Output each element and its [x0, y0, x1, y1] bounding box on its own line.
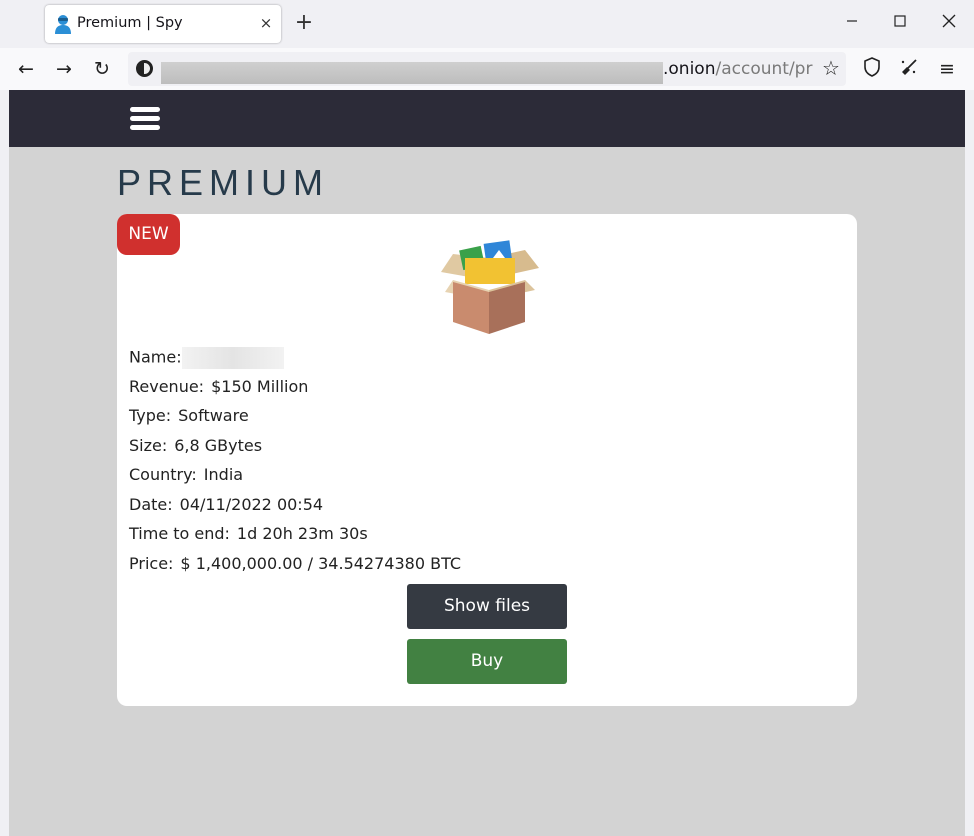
page-title: PREMIUM — [117, 162, 329, 203]
spy-favicon-icon — [55, 15, 71, 34]
browser-titlebar: Premium | Spy × + — [0, 0, 974, 48]
extensions-broom-icon[interactable] — [897, 57, 921, 81]
maximize-icon[interactable] — [888, 12, 912, 36]
minimize-icon[interactable] — [840, 12, 864, 36]
new-tab-icon[interactable]: + — [292, 12, 316, 36]
field-revenue: Revenue: $150 Million — [129, 377, 461, 407]
shield-icon[interactable] — [860, 57, 884, 81]
field-value: 1d 20h 23m 30s — [236, 524, 368, 543]
field-label: Name: — [129, 347, 182, 367]
new-badge: NEW — [117, 214, 180, 255]
listing-card: NEW Name: Revenue: $150 Million Type: So… — [117, 214, 857, 706]
onion-site-icon[interactable] — [136, 60, 153, 77]
browser-tab[interactable]: Premium | Spy × — [45, 5, 281, 43]
package-box-icon — [441, 240, 539, 334]
page-content: PREMIUM NEW Name: Revenue: $150 Million — [9, 90, 965, 836]
field-label: Size: — [129, 435, 168, 455]
field-price: Price: $ 1,400,000.00 / 34.54274380 BTC — [129, 554, 461, 584]
url-bar[interactable]: .onion/account/pre ☆ — [128, 52, 846, 86]
field-size: Size: 6,8 GBytes — [129, 436, 461, 466]
site-header — [9, 90, 965, 147]
url-text[interactable]: .onion/account/pre — [663, 59, 813, 79]
field-label: Country: — [129, 465, 197, 484]
field-value: $ 1,400,000.00 / 34.54274380 BTC — [180, 553, 462, 573]
bookmark-star-icon[interactable]: ☆ — [820, 57, 842, 79]
url-visible-text: .onion — [663, 59, 716, 79]
field-label: Type: — [129, 406, 172, 425]
field-value: 04/11/2022 00:54 — [179, 494, 324, 514]
name-redacted — [181, 347, 284, 369]
field-date: Date: 04/11/2022 00:54 — [129, 495, 461, 525]
browser-navbar: ← → ↻ .onion/account/pre ☆ ≡ — [0, 48, 974, 90]
field-value: $150 Million — [211, 376, 309, 396]
url-redacted-portion — [161, 62, 663, 84]
field-name: Name: — [129, 347, 461, 377]
field-label: Revenue: — [129, 376, 205, 396]
field-time-to-end: Time to end: 1d 20h 23m 30s — [129, 524, 461, 554]
field-type: Type: Software — [129, 406, 461, 436]
show-files-button[interactable]: Show files — [407, 584, 567, 629]
menu-icon[interactable]: ≡ — [935, 57, 959, 81]
field-label: Price: — [129, 553, 174, 573]
listing-details: Name: Revenue: $150 Million Type: Software… — [129, 347, 461, 583]
field-label: Time to end: — [129, 524, 230, 543]
field-value: Software — [178, 406, 249, 425]
buy-button[interactable]: Buy — [407, 639, 567, 684]
field-country: Country: India — [129, 465, 461, 495]
close-tab-icon[interactable]: × — [257, 14, 275, 32]
field-label: Date: — [129, 494, 173, 514]
forward-arrow-icon[interactable]: → — [52, 57, 76, 81]
back-arrow-icon[interactable]: ← — [14, 57, 38, 81]
tab-title: Premium | Spy — [77, 15, 183, 31]
reload-icon[interactable]: ↻ — [90, 57, 114, 81]
field-value: India — [203, 465, 244, 484]
url-path-text: /account/pre — [715, 59, 813, 79]
hamburger-menu-icon[interactable] — [130, 107, 160, 131]
close-window-icon[interactable] — [937, 12, 961, 36]
field-value: 6,8 GBytes — [174, 435, 263, 455]
